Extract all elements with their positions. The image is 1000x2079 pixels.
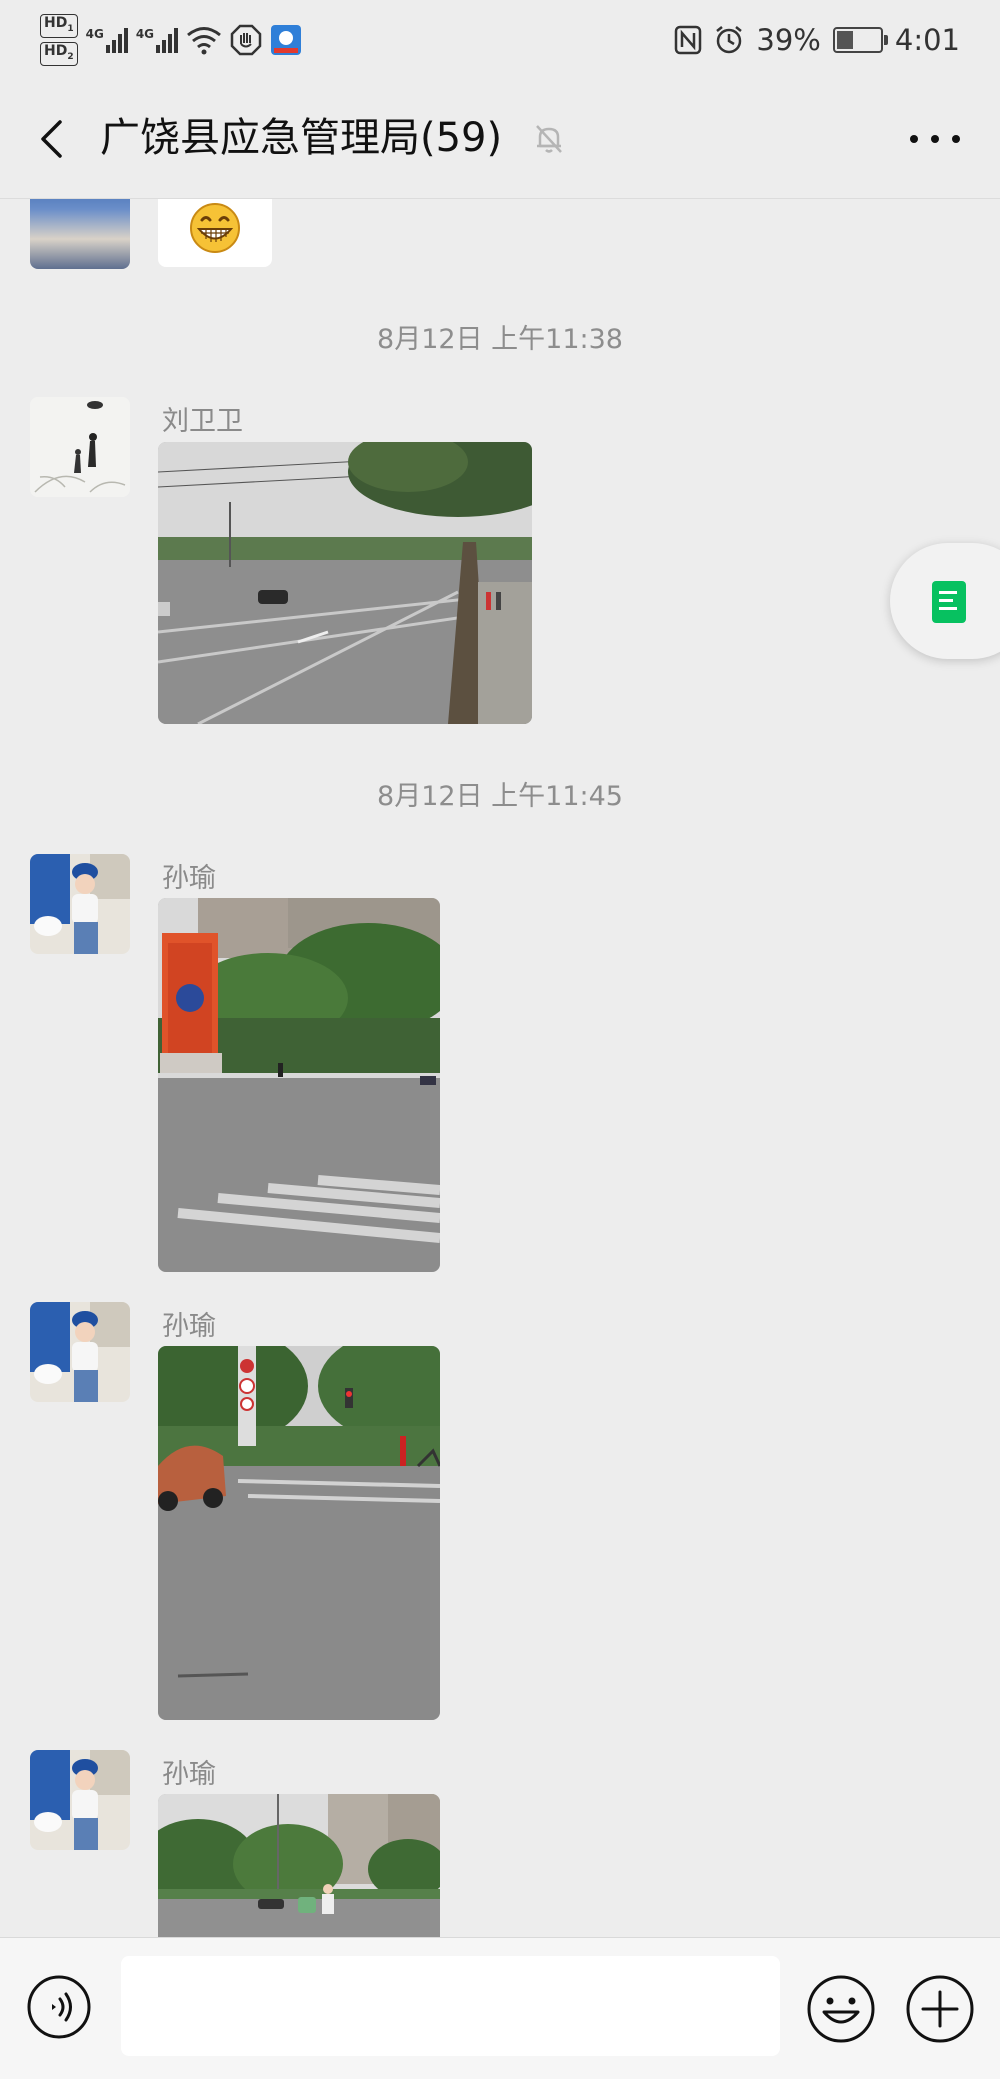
battery-icon [832,27,888,53]
avatar-image [30,854,130,954]
signal-1: 4G [86,27,128,53]
avatar-image [30,1750,130,1850]
sender-name: 孙瑜 [162,1759,216,1790]
mute-bell-icon [536,125,562,153]
voice-icon[interactable] [26,1974,92,2040]
photo-monument-crosswalk [158,898,440,1272]
image-message[interactable] [158,1794,440,1937]
grin-emoji-icon [190,203,240,253]
chat-title: 广饶县应急管理局(59) [100,115,503,161]
app-notification-icon [271,25,302,55]
timestamp: 8月12日 上午11:38 [377,324,623,355]
hand-stop-icon [230,24,262,56]
hd-2-badge: HD2 [40,42,78,66]
alarm-icon [716,26,743,54]
status-left: HD1 HD2 4G 4G [40,14,302,66]
message-input[interactable] [121,1956,780,2056]
hd-indicators: HD1 HD2 [40,14,78,66]
document-icon [932,581,966,623]
sender-name: 孙瑜 [162,863,216,894]
nfc-icon [675,25,702,55]
photo-street-intersection [158,442,532,724]
status-right: 39% 4:01 [674,18,960,62]
back-arrow-icon[interactable] [30,114,80,164]
avatar[interactable] [30,1302,130,1402]
sender-name: 刘卫卫 [162,406,243,437]
more-icon[interactable] [910,124,960,154]
avatar[interactable] [30,854,130,954]
status-bar: HD1 HD2 4G 4G 39% 4:01 [0,0,1000,80]
chat-header: 广饶县应急管理局(59) [0,80,1000,199]
image-message[interactable] [158,1346,440,1720]
avatar[interactable] [30,397,130,497]
avatar-image [30,1302,130,1402]
input-bar [0,1937,1000,2079]
plus-icon[interactable] [905,1974,975,2044]
wifi-icon [187,27,221,55]
message-list[interactable]: 8月12日 上午11:38 刘卫卫 8月12日 上午11:45 孙瑜 孙瑜 孙瑜 [0,199,1000,1937]
signal-2: 4G [136,27,179,53]
signal-bars-icon [156,27,179,53]
image-message[interactable] [158,898,440,1272]
photo-road-buildings [158,1794,440,1937]
floating-doc-button[interactable] [890,543,1000,659]
emoji-message[interactable] [158,199,272,267]
sender-name: 孙瑜 [162,1311,216,1342]
clock: 4:01 [894,23,960,57]
image-message[interactable] [158,442,532,724]
battery-percent: 39% [756,23,821,57]
photo-car-traffic-light [158,1346,440,1720]
signal-bars-icon [105,27,128,53]
avatar[interactable] [30,1750,130,1850]
emoji-icon[interactable] [806,1974,876,2044]
timestamp: 8月12日 上午11:45 [377,781,623,812]
hd-1-badge: HD1 [40,14,78,38]
avatar[interactable] [30,199,130,269]
avatar-image [30,397,130,497]
